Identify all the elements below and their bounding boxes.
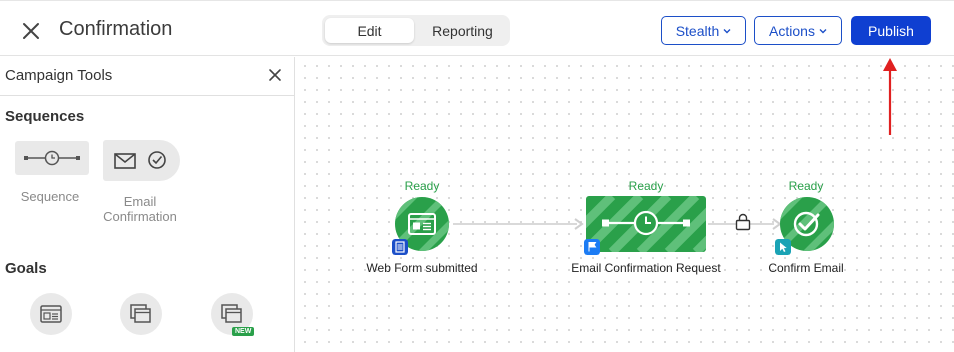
top-bar: Confirmation Edit Reporting Stealth Acti… [0,0,954,56]
page-title: Confirmation [59,18,173,40]
tab-reporting[interactable]: Reporting [418,18,507,43]
web-form-goal[interactable] [30,293,72,335]
email-confirmation-icon [114,151,166,169]
publish-button[interactable]: Publish [851,16,931,45]
sequence-icon [24,150,80,166]
node-status: Ready [404,179,440,193]
close-icon[interactable] [20,20,42,42]
form-type-icon [392,239,408,255]
cursor-icon [775,239,791,255]
sequences-heading: Sequences [5,108,85,125]
web-form-icon [40,305,62,323]
campaign-tools-panel: Campaign Tools Sequences Sequence Email … [0,57,295,352]
stealth-button[interactable]: Stealth [661,16,746,45]
new-badge: NEW [232,327,255,336]
landing-page-goal[interactable] [120,293,162,335]
chevron-down-icon [819,28,827,33]
node-label: Email Confirmation Request [571,261,721,275]
view-toggle: Edit Reporting [322,15,510,46]
chevron-down-icon [723,28,731,33]
actions-button[interactable]: Actions [754,16,842,45]
arrow-head-icon [574,218,584,230]
tab-edit[interactable]: Edit [325,18,414,43]
node-status: Ready [628,179,664,193]
workflow-canvas[interactable]: Ready Web Form submitted Ready Email Con… [296,57,954,352]
lock-icon [735,213,751,231]
node-label: Confirm Email [768,261,844,275]
annotation-arrow [883,58,897,135]
panel-header: Campaign Tools [0,57,295,96]
sequence-tool-label: Sequence [20,189,80,204]
email-confirmation-tool-label: Email Confirmation [103,194,177,224]
flag-icon [584,239,600,255]
goals-heading: Goals [5,260,47,277]
sequence-tool[interactable] [15,141,89,175]
actions-label: Actions [769,22,815,39]
panel-title: Campaign Tools [5,67,113,84]
node-status: Ready [788,179,824,193]
connector-line [453,223,577,225]
stealth-label: Stealth [675,22,720,39]
email-confirmation-request-node[interactable] [586,196,706,252]
email-confirmation-tool[interactable] [103,140,180,181]
new-goal-icon [221,304,242,323]
close-icon[interactable] [268,68,282,82]
node-label: Web Form submitted [366,261,478,275]
landing-page-icon [130,304,151,323]
